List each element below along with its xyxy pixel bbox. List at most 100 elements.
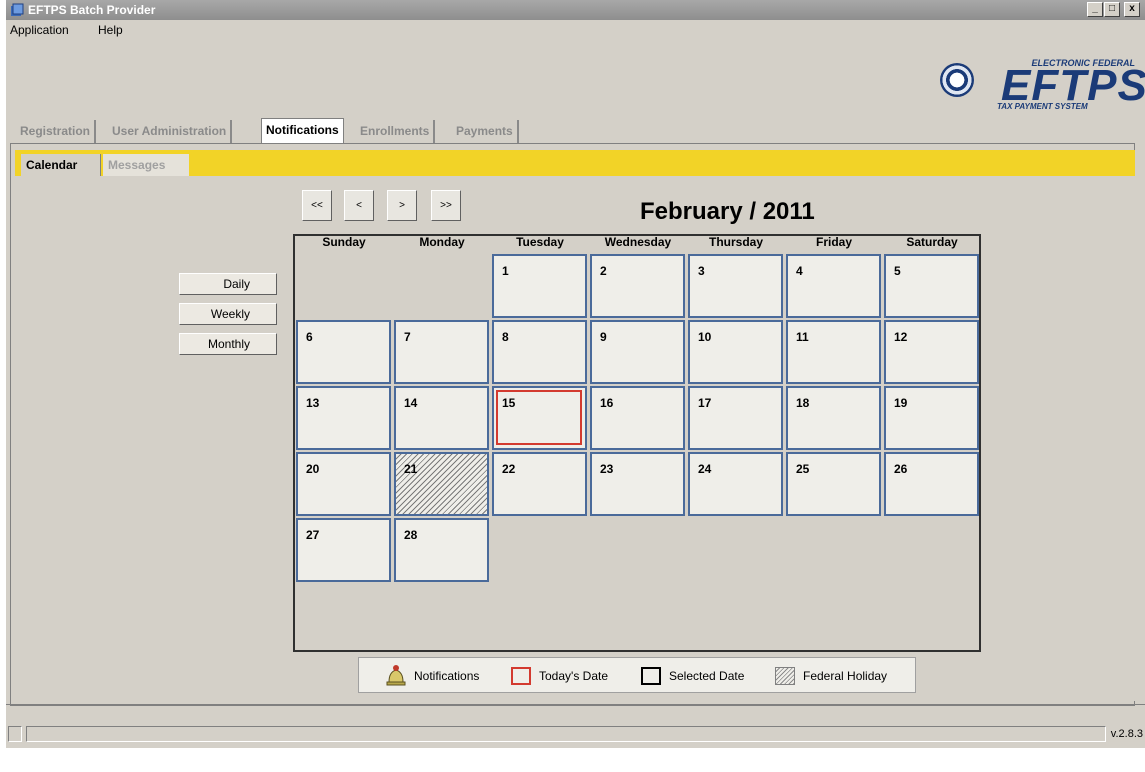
day-number: 16 [600,396,614,410]
maximize-button[interactable]: □ [1104,2,1120,17]
legend-notifications-label: Notifications [414,669,480,683]
day-number: 4 [796,264,803,278]
close-button[interactable]: x [1124,2,1140,17]
month-title: February / 2011 [640,198,815,225]
day-number: 26 [894,462,908,476]
calendar-day-cell[interactable]: 23 [590,452,685,516]
legend-selected-label: Selected Date [669,669,745,683]
tab-payments[interactable]: Payments [456,120,519,143]
calendar-day-cell[interactable]: 11 [786,320,881,384]
calendar-day-cell[interactable]: 21 [394,452,489,516]
menu-bar: Application Help [6,21,1145,39]
calendar-day-cell[interactable]: 1 [492,254,587,318]
weekday-header: Sunday [322,235,366,249]
day-number: 8 [502,330,509,344]
eftps-logo: ELECTRONIC FEDERAL EFTPS TAX PAYMENT SYS… [993,58,1145,114]
title-bar: EFTPS Batch Provider _ □ x [6,0,1145,20]
sub-tab-strip: Calendar Messages [15,150,1135,176]
tab-notifications[interactable]: Notifications [261,118,344,144]
calendar-day-cell[interactable]: 24 [688,452,783,516]
calendar-day-cell[interactable]: 8 [492,320,587,384]
day-number: 5 [894,264,901,278]
weekly-view-button[interactable]: Weekly [179,303,277,325]
tab-calendar[interactable]: Calendar [21,154,101,176]
logo-line3: TAX PAYMENT SYSTEM [997,102,1088,111]
calendar-day-cell[interactable]: 18 [786,386,881,450]
legend-today-label: Today's Date [539,669,608,683]
day-number: 11 [796,330,809,344]
calendar-day-cell[interactable]: 25 [786,452,881,516]
calendar-day-cell[interactable]: 2 [590,254,685,318]
next-month-button[interactable]: > [387,190,417,221]
day-number: 6 [306,330,313,344]
frame-line [6,704,1145,705]
day-number: 12 [894,330,908,344]
day-number: 27 [306,528,320,542]
menu-help[interactable]: Help [98,23,123,37]
legend-holiday-swatch [775,667,795,685]
calendar-day-cell[interactable]: 19 [884,386,979,450]
calendar-day-cell[interactable]: 15 [492,386,587,450]
weekday-header: Saturday [906,235,958,249]
calendar-day-cell[interactable]: 6 [296,320,391,384]
window-title: EFTPS Batch Provider [28,3,156,17]
calendar-day-cell[interactable]: 9 [590,320,685,384]
status-message-field [26,726,1106,742]
version-label: v.2.8.3 [1110,728,1143,740]
tab-user-administration[interactable]: User Administration [112,120,233,143]
day-number: 19 [894,396,908,410]
day-number: 7 [404,330,411,344]
day-number: 17 [698,396,712,410]
day-number: 15 [502,396,516,410]
legend-today-swatch [511,667,531,685]
monthly-view-button[interactable]: Monthly [179,333,277,355]
status-bar: v.2.8.3 [6,724,1145,746]
legend-holiday-label: Federal Holiday [803,669,888,683]
legend-selected-swatch [641,667,661,685]
day-number: 14 [404,396,418,410]
calendar-day-cell[interactable]: 27 [296,518,391,582]
prev-month-button[interactable]: < [344,190,374,221]
day-number: 3 [698,264,705,278]
calendar-day-cell[interactable]: 16 [590,386,685,450]
calendar-legend: Notifications Today's Date Selected Date… [358,657,916,693]
calendar-day-cell[interactable]: 7 [394,320,489,384]
prev-year-button[interactable]: << [302,190,332,221]
day-number: 22 [502,462,516,476]
calendar-day-cell[interactable]: 12 [884,320,979,384]
calendar-day-cell[interactable]: 20 [296,452,391,516]
next-year-button[interactable]: >> [431,190,461,221]
weekday-header: Monday [419,235,465,249]
day-number: 28 [404,528,418,542]
calendar-day-cell[interactable]: 22 [492,452,587,516]
day-number: 25 [796,462,810,476]
weekday-header: Friday [815,235,852,249]
day-number: 21 [404,462,418,476]
day-number: 2 [600,264,607,278]
tab-enrollments[interactable]: Enrollments [360,120,436,143]
calendar-day-cell[interactable]: 5 [884,254,979,318]
day-number: 24 [698,462,712,476]
notification-bell-icon [386,665,406,686]
tab-registration[interactable]: Registration [20,120,97,143]
calendar-day-cell[interactable]: 13 [296,386,391,450]
day-number: 10 [698,330,712,344]
day-number: 13 [306,396,320,410]
tab-messages[interactable]: Messages [103,154,189,176]
menu-application[interactable]: Application [10,23,69,37]
status-indicator [8,726,22,742]
treasury-seal-icon [940,63,974,97]
calendar-day-cell[interactable]: 28 [394,518,489,582]
daily-view-button[interactable]: Daily [179,273,277,295]
calendar-day-cell[interactable]: 10 [688,320,783,384]
minimize-button[interactable]: _ [1087,2,1103,17]
day-number: 23 [600,462,614,476]
calendar-day-cell[interactable]: 17 [688,386,783,450]
calendar-day-cell[interactable]: 3 [688,254,783,318]
calendar-day-cell[interactable]: 26 [884,452,979,516]
calendar-day-cell[interactable]: 14 [394,386,489,450]
weekday-header: Tuesday [516,235,564,249]
day-number: 1 [502,264,509,278]
calendar-day-cell[interactable]: 4 [786,254,881,318]
weekday-header: Thursday [708,235,763,249]
